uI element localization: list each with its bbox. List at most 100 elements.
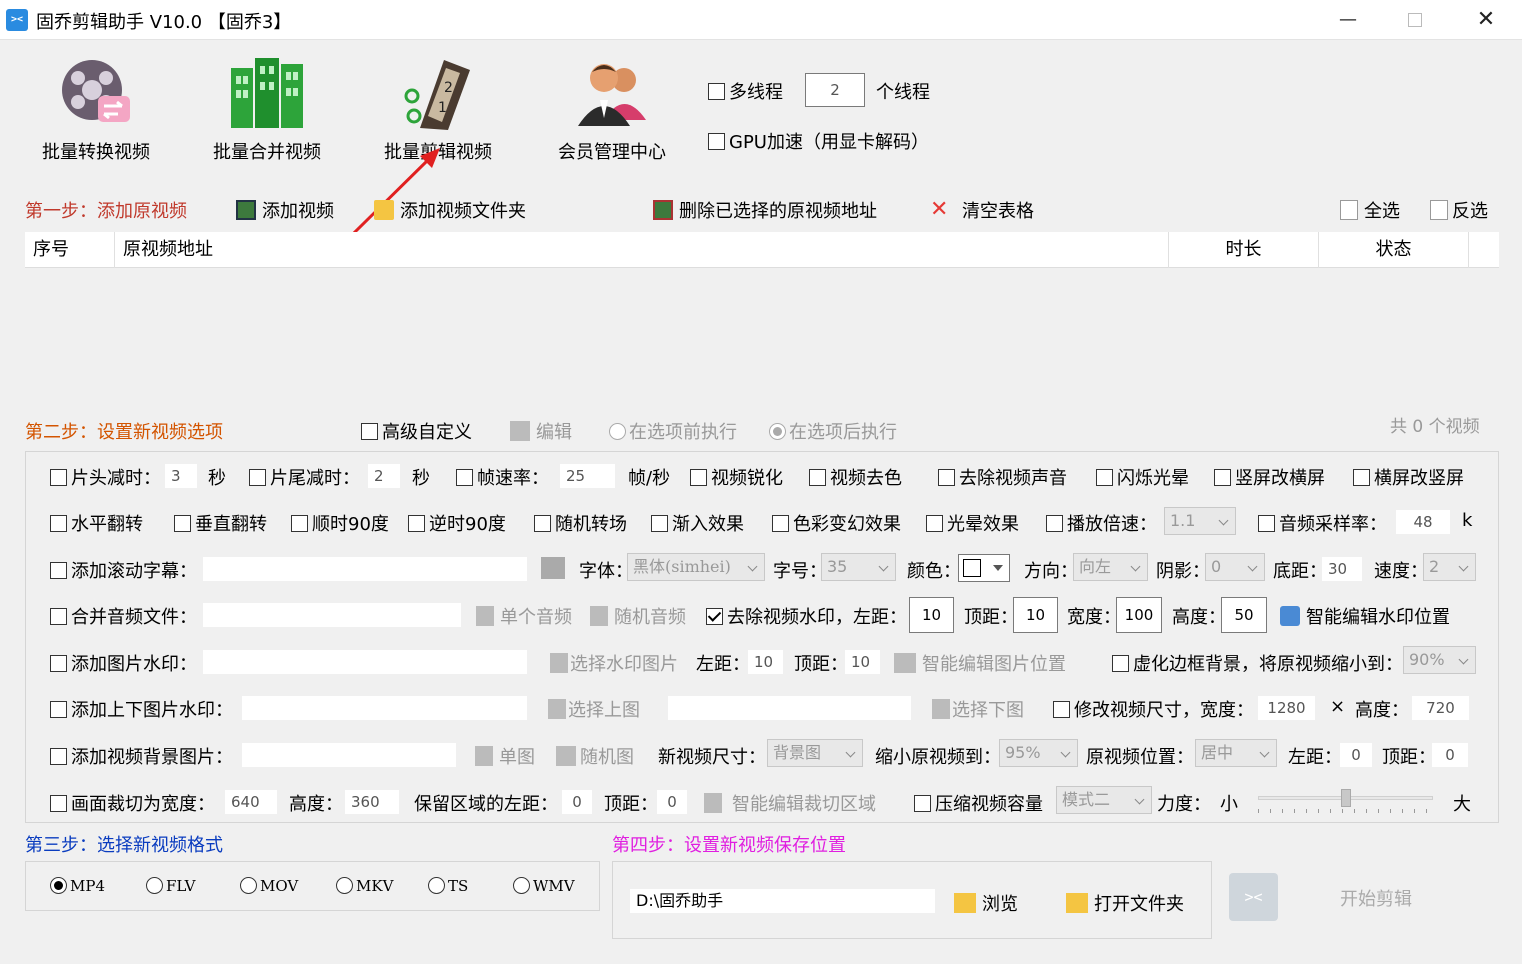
wm-width-input[interactable]: 100 bbox=[1116, 597, 1162, 633]
samplerate-input[interactable]: 48 bbox=[1396, 510, 1450, 534]
scroll-subtitle-checkbox[interactable]: 添加滚动字幕： bbox=[50, 557, 197, 583]
color-fx-checkbox[interactable]: 色彩变幻效果 bbox=[772, 510, 901, 536]
scroll-speed-select[interactable]: 2 bbox=[1423, 553, 1476, 581]
v2h-checkbox[interactable]: 竖屏改横屏 bbox=[1214, 464, 1325, 490]
delete-selected-button[interactable]: 删除已选择的原视频地址 bbox=[653, 197, 877, 223]
image-watermark-input[interactable] bbox=[203, 650, 527, 674]
random-image-button[interactable]: 随机图 bbox=[556, 743, 634, 769]
scroll-subtitle-input[interactable] bbox=[203, 557, 527, 581]
compress-checkbox[interactable]: 压缩视频容量 bbox=[914, 790, 1043, 816]
head-cut-checkbox[interactable]: 片头减时： bbox=[50, 464, 161, 490]
edit-button[interactable]: 编辑 bbox=[510, 418, 572, 444]
samplerate-checkbox[interactable]: 音频采样率： bbox=[1258, 510, 1387, 536]
strength-slider[interactable] bbox=[1258, 789, 1433, 813]
slider-thumb[interactable] bbox=[1340, 789, 1351, 807]
maximize-button[interactable] bbox=[1395, 6, 1435, 34]
subtitle-edit-icon[interactable] bbox=[541, 557, 565, 579]
format-mov-radio[interactable]: MOV bbox=[240, 876, 298, 896]
choose-watermark-button[interactable]: 选择水印图片 bbox=[550, 650, 678, 676]
h2v-checkbox[interactable]: 横屏改竖屏 bbox=[1353, 464, 1464, 490]
color-picker[interactable] bbox=[958, 554, 1010, 582]
keep-top-input[interactable]: 0 bbox=[657, 790, 687, 814]
col-path[interactable]: 原视频地址 bbox=[115, 232, 1169, 268]
shadow-select[interactable]: 0 bbox=[1205, 553, 1265, 581]
single-image-button[interactable]: 单图 bbox=[475, 743, 535, 769]
compress-mode-select[interactable]: 模式二 bbox=[1056, 786, 1152, 814]
resize-width-input[interactable]: 1280 bbox=[1258, 696, 1315, 720]
top-image-input[interactable] bbox=[242, 696, 527, 720]
keep-left-input[interactable]: 0 bbox=[562, 790, 592, 814]
font-select[interactable]: 黑体(simhei) bbox=[627, 553, 765, 581]
tail-cut-input[interactable]: 2 bbox=[368, 464, 400, 488]
smart-crop-button[interactable]: 智能编辑裁切区域 bbox=[704, 790, 876, 816]
merge-audio-checkbox[interactable]: 合并音频文件： bbox=[50, 603, 197, 629]
img-top-input[interactable]: 10 bbox=[845, 650, 880, 674]
smart-watermark-button[interactable]: 智能编辑水印位置 bbox=[1280, 603, 1450, 629]
browse-button[interactable]: 浏览 bbox=[954, 890, 1018, 916]
choose-top-button[interactable]: 选择上图 bbox=[548, 696, 640, 722]
crop-checkbox[interactable]: 画面裁切为宽度： bbox=[50, 790, 215, 816]
fps-input[interactable]: 25 bbox=[560, 464, 615, 488]
bottom-image-input[interactable] bbox=[668, 696, 911, 720]
halo-checkbox[interactable]: 光晕效果 bbox=[926, 510, 1019, 536]
resize-height-input[interactable]: 720 bbox=[1412, 696, 1469, 720]
font-size-select[interactable]: 35 bbox=[821, 553, 896, 581]
close-button[interactable]: ✕ bbox=[1466, 6, 1506, 34]
cw90-checkbox[interactable]: 顺时90度 bbox=[291, 510, 389, 536]
shrink-select[interactable]: 95% bbox=[999, 739, 1078, 767]
blur-background-checkbox[interactable]: 虚化边框背景，将原视频缩小到： bbox=[1112, 650, 1403, 676]
random-transition-checkbox[interactable]: 随机转场 bbox=[534, 510, 627, 536]
gpu-checkbox[interactable]: GPU加速（用显卡解码） bbox=[708, 128, 929, 154]
smart-image-button[interactable]: 智能编辑图片位置 bbox=[894, 650, 1066, 676]
flash-checkbox[interactable]: 闪烁光晕 bbox=[1096, 464, 1189, 490]
background-image-checkbox[interactable]: 添加视频背景图片： bbox=[50, 743, 233, 769]
bottom-input[interactable]: 30 bbox=[1322, 557, 1362, 581]
member-center-button[interactable]: 会员管理中心 bbox=[542, 56, 682, 164]
crop-width-input[interactable]: 640 bbox=[225, 790, 277, 814]
remove-watermark-checkbox[interactable]: 去除视频水印，左距： bbox=[706, 603, 907, 629]
format-flv-radio[interactable]: FLV bbox=[146, 876, 195, 896]
before-radio[interactable]: 在选项前执行 bbox=[609, 418, 737, 444]
direction-select[interactable]: 向左 bbox=[1073, 553, 1148, 581]
add-video-button[interactable]: 添加视频 bbox=[236, 197, 334, 223]
image-watermark-checkbox[interactable]: 添加图片水印： bbox=[50, 650, 197, 676]
add-folder-button[interactable]: 添加视频文件夹 bbox=[374, 197, 526, 223]
start-icon[interactable]: >< bbox=[1229, 873, 1278, 921]
topbottom-watermark-checkbox[interactable]: 添加上下图片水印： bbox=[50, 696, 233, 722]
format-wmv-radio[interactable]: WMV bbox=[513, 876, 575, 896]
wm-top-input[interactable]: 10 bbox=[1013, 597, 1058, 633]
new-size-select[interactable]: 背景图 bbox=[767, 739, 863, 767]
decolor-checkbox[interactable]: 视频去色 bbox=[809, 464, 902, 490]
advanced-checkbox[interactable]: 高级自定义 bbox=[361, 418, 472, 444]
bg-top-input[interactable]: 0 bbox=[1432, 743, 1468, 767]
format-mp4-radio[interactable]: MP4 bbox=[50, 876, 105, 896]
col-duration[interactable]: 时长 bbox=[1169, 232, 1319, 268]
crop-height-input[interactable]: 360 bbox=[345, 790, 399, 814]
background-image-input[interactable] bbox=[242, 743, 456, 767]
after-radio[interactable]: 在选项后执行 bbox=[769, 418, 897, 444]
merge-audio-input[interactable] bbox=[203, 603, 461, 627]
save-path-input[interactable]: D:\固乔助手 bbox=[630, 889, 935, 913]
multithread-checkbox[interactable]: 多线程 bbox=[708, 78, 783, 104]
col-status[interactable]: 状态 bbox=[1319, 232, 1469, 268]
thread-count-input[interactable]: 2 bbox=[805, 73, 865, 107]
invert-select-button[interactable]: 反选 bbox=[1430, 197, 1488, 223]
fade-in-checkbox[interactable]: 渐入效果 bbox=[651, 510, 744, 536]
fps-checkbox[interactable]: 帧速率： bbox=[456, 464, 549, 490]
position-select[interactable]: 居中 bbox=[1195, 739, 1277, 767]
hflip-checkbox[interactable]: 水平翻转 bbox=[50, 510, 143, 536]
clear-table-button[interactable]: ✕ 清空表格 bbox=[930, 197, 1034, 223]
resize-checkbox[interactable]: 修改视频尺寸，宽度： bbox=[1053, 696, 1254, 722]
wm-left-input[interactable]: 10 bbox=[909, 597, 954, 633]
vflip-checkbox[interactable]: 垂直翻转 bbox=[174, 510, 267, 536]
speed-select[interactable]: 1.1 bbox=[1164, 507, 1236, 535]
batch-convert-button[interactable]: 批量转换视频 bbox=[26, 56, 166, 164]
single-audio-button[interactable]: 单个音频 bbox=[476, 603, 572, 629]
head-cut-input[interactable]: 3 bbox=[165, 464, 197, 488]
mute-checkbox[interactable]: 去除视频声音 bbox=[938, 464, 1067, 490]
bg-left-input[interactable]: 0 bbox=[1340, 743, 1372, 767]
wm-height-input[interactable]: 50 bbox=[1221, 597, 1267, 633]
speed-checkbox[interactable]: 播放倍速： bbox=[1046, 510, 1157, 536]
ccw90-checkbox[interactable]: 逆时90度 bbox=[408, 510, 506, 536]
format-ts-radio[interactable]: TS bbox=[428, 876, 468, 896]
